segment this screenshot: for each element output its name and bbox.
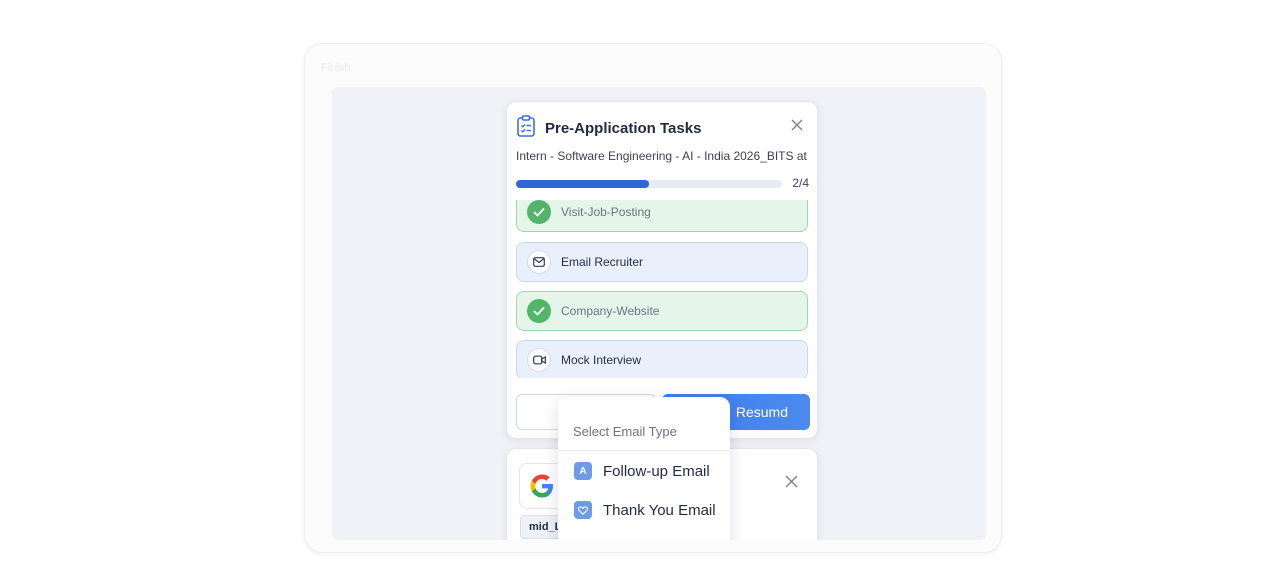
task-label: Company-Website — [561, 304, 660, 318]
heart-icon — [574, 501, 592, 519]
progress-bar — [516, 180, 782, 188]
divider — [558, 450, 730, 451]
window-title: Finish — [321, 62, 351, 74]
progress-count: 2/4 — [792, 176, 809, 190]
dropdown-heading: Select Email Type — [573, 424, 677, 439]
video-icon — [527, 348, 551, 372]
app-screen: Pre-Application Tasks Intern - Software … — [332, 87, 986, 540]
menu-item-label: Follow-up Email — [603, 462, 710, 480]
email-type-dropdown: Select Email Type A Follow-up Email Than… — [558, 397, 730, 540]
menu-item-label: Thank You Email — [603, 501, 716, 519]
close-icon — [791, 119, 803, 131]
close-tasks-button[interactable] — [791, 119, 803, 131]
close-icon — [785, 475, 798, 488]
task-label: Email Recruiter — [561, 255, 644, 269]
job-title: Intern - Software Engineering - AI - Ind… — [516, 149, 811, 163]
pre-application-tasks-card: Pre-Application Tasks Intern - Software … — [506, 101, 818, 439]
task-visit-job-posting[interactable]: Visit-Job-Posting — [516, 200, 808, 232]
mail-icon — [527, 250, 551, 274]
task-list: Visit-Job-Posting Email Recruiter Compan… — [516, 200, 810, 378]
check-icon — [527, 299, 551, 323]
task-company-website[interactable]: Company-Website — [516, 291, 808, 331]
card-header: Pre-Application Tasks — [516, 115, 701, 142]
progress-fill — [516, 180, 649, 188]
clipboard-icon — [516, 115, 536, 142]
menu-item-follow-up-email[interactable]: A Follow-up Email — [574, 459, 710, 483]
card-title: Pre-Application Tasks — [545, 120, 702, 137]
menu-item-thank-you-email[interactable]: Thank You Email — [574, 498, 716, 522]
resume-button-label: Resumd — [735, 404, 788, 420]
task-label: Visit-Job-Posting — [561, 205, 651, 219]
task-label: Mock Interview — [561, 353, 642, 367]
close-job-card-button[interactable] — [785, 475, 798, 488]
task-email-recruiter[interactable]: Email Recruiter — [516, 242, 808, 282]
task-mock-interview[interactable]: Mock Interview — [516, 340, 808, 378]
check-icon — [527, 200, 551, 224]
letter-a-icon: A — [574, 462, 592, 480]
